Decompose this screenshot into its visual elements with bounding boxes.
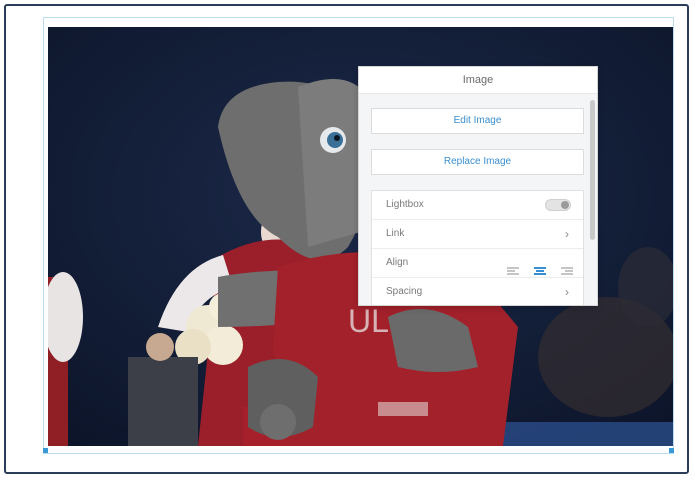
alignment-controls [495,258,573,275]
align-left-icon[interactable] [507,266,521,276]
chevron-right-icon: › [565,227,569,241]
option-lightbox[interactable]: Lightbox [372,191,583,220]
option-label: Align [386,257,409,268]
chevron-right-icon: › [565,285,569,299]
resize-handle-bottom-right[interactable] [669,448,674,453]
option-align: Align [372,249,583,278]
option-link[interactable]: Link › [372,220,583,249]
panel-title: Image [359,67,597,94]
resize-handle-bottom-left[interactable] [43,448,48,453]
svg-text:UL: UL [348,303,389,339]
align-center-icon[interactable] [533,266,547,276]
panel-body: Edit Image Replace Image Lightbox Link ›… [359,94,597,305]
replace-image-button[interactable]: Replace Image [371,149,584,175]
panel-scrollbar[interactable] [590,100,595,240]
option-label: Spacing [386,286,423,297]
edit-image-button[interactable]: Edit Image [371,108,584,134]
option-label: Lightbox [386,199,424,210]
option-label: Link [386,228,405,239]
image-options-list: Lightbox Link › Align Spacing › [371,190,584,305]
lightbox-toggle[interactable] [545,199,571,211]
align-right-icon[interactable] [559,266,573,276]
option-spacing[interactable]: Spacing › [372,278,583,305]
image-settings-panel: Image Edit Image Replace Image Lightbox … [358,66,598,306]
